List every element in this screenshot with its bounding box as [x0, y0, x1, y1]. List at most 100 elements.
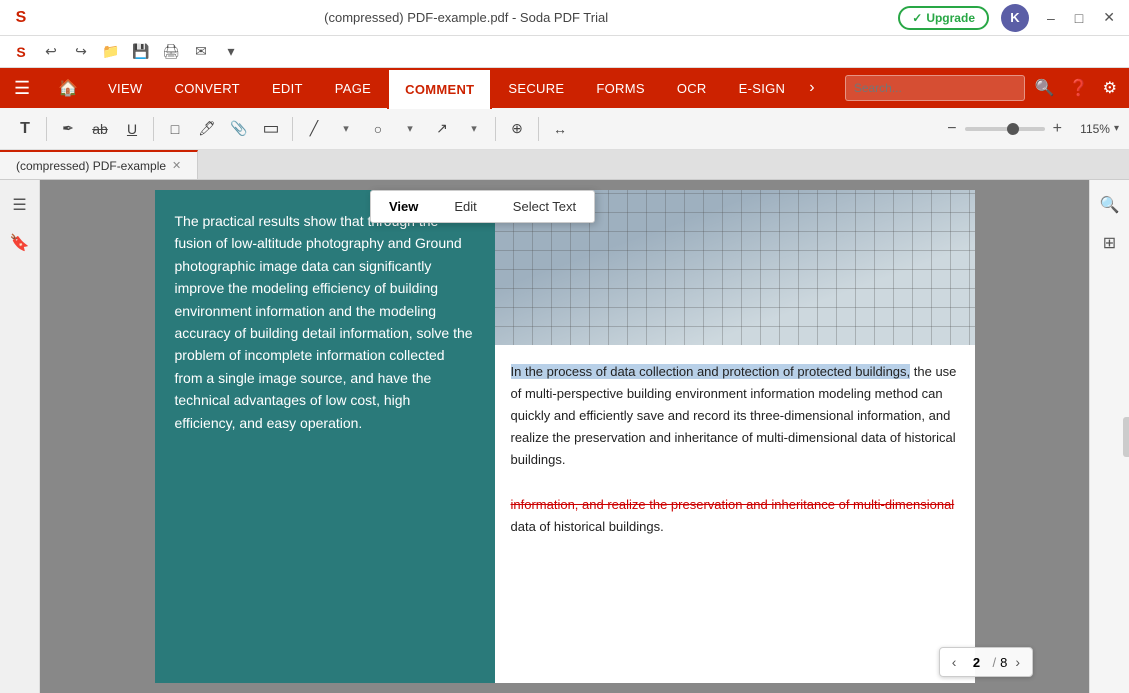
open-button[interactable]: 📁 [98, 39, 124, 65]
tab-label: (compressed) PDF-example [16, 159, 166, 173]
right-sidebar: 🔍 ⊞ [1089, 180, 1129, 693]
annotation-toolbar: T ✒ ab U □ 🖊 📎 ▭ ╱ ▾ ○ ▾ ↗ ▾ ⊕ ↔ − + 115… [0, 108, 1129, 150]
window-controls: – □ ✕ [1041, 7, 1121, 28]
strikethrough-text: information, and realize the preservatio… [511, 497, 955, 512]
pen-tool[interactable]: ✒ [53, 114, 83, 144]
undo-button[interactable]: ↩ [38, 39, 64, 65]
sidebar-bookmark-icon[interactable]: 🔖 [5, 228, 35, 258]
page-total: 8 [1000, 655, 1007, 670]
hamburger-menu[interactable]: ☰ [0, 68, 44, 108]
underline-tool[interactable]: U [117, 114, 147, 144]
sep1 [46, 117, 47, 141]
more-icon[interactable]: ▾ [218, 39, 244, 65]
text-tool[interactable]: T [10, 114, 40, 144]
save-button[interactable]: 💾 [128, 39, 154, 65]
help-button[interactable]: ❓ [1065, 74, 1093, 102]
avatar-label: K [1010, 10, 1019, 25]
menu-convert[interactable]: CONVERT [159, 68, 256, 108]
ellipse-dropdown[interactable]: ▾ [395, 114, 425, 144]
menu-bar: ☰ 🏠 VIEW CONVERT EDIT PAGE COMMENT SECUR… [0, 68, 1129, 108]
pdf-right-column: In the process of data collection and pr… [495, 190, 975, 683]
sep4 [495, 117, 496, 141]
close-button[interactable]: ✕ [1097, 7, 1121, 28]
pdf-left-column: The practical results show that through … [155, 190, 495, 683]
user-avatar[interactable]: K [1001, 4, 1029, 32]
next-page-button[interactable]: › [1011, 652, 1024, 672]
note-tool[interactable]: □ [160, 114, 190, 144]
pdf-tab[interactable]: (compressed) PDF-example ✕ [0, 150, 198, 179]
zoom-dropdown[interactable]: ▾ [1114, 123, 1119, 134]
sidebar-resize-handle[interactable] [1123, 417, 1129, 457]
line-tool[interactable]: ╱ [299, 114, 329, 144]
sep3 [292, 117, 293, 141]
highlight-tool[interactable]: 🖊 [192, 114, 222, 144]
ellipse-tool[interactable]: ○ [363, 114, 393, 144]
strikethrough-tool[interactable]: ab [85, 114, 115, 144]
settings-button[interactable]: ⚙ [1099, 74, 1121, 102]
menu-ocr[interactable]: OCR [661, 68, 723, 108]
pdf-left-text: The practical results show that through … [175, 210, 475, 434]
right-panel-icon[interactable]: ⊞ [1095, 228, 1125, 258]
ctx-select-text[interactable]: Select Text [495, 191, 594, 222]
menu-view[interactable]: VIEW [92, 68, 158, 108]
search-icon-button[interactable]: 🔍 [1031, 74, 1059, 102]
upgrade-button[interactable]: Upgrade [898, 6, 989, 30]
title-bar-left: S [8, 5, 34, 31]
left-sidebar: ☰ 🔖 [0, 180, 40, 693]
sidebar-panel-toggle[interactable]: ☰ [5, 190, 35, 220]
home-button[interactable]: 🏠 [44, 68, 92, 108]
tab-close[interactable]: ✕ [172, 159, 181, 172]
context-menu: View Edit Select Text [370, 190, 595, 223]
right-search-icon[interactable]: 🔍 [1095, 190, 1125, 220]
menu-more[interactable]: › [801, 68, 822, 108]
page-separator: / [992, 655, 996, 670]
menu-edit[interactable]: EDIT [256, 68, 319, 108]
resize-tool[interactable]: ↔ [545, 114, 575, 144]
app-icon-s[interactable]: S [8, 39, 34, 65]
menu-search-input[interactable] [845, 75, 1025, 101]
line-dropdown[interactable]: ▾ [331, 114, 361, 144]
highlighted-text: In the process of data collection and pr… [511, 364, 911, 379]
ctx-edit[interactable]: Edit [436, 191, 494, 222]
page-number-input[interactable] [964, 655, 988, 670]
attachment-tool[interactable]: 📎 [224, 114, 254, 144]
menu-comment[interactable]: COMMENT [387, 68, 492, 109]
redo-button[interactable]: ↪ [68, 39, 94, 65]
restore-button[interactable]: □ [1069, 7, 1089, 28]
ctx-view[interactable]: View [371, 191, 436, 222]
zoom-area: − + 115% ▾ [943, 116, 1119, 142]
title-bar-right: Upgrade K – □ ✕ [898, 4, 1121, 32]
sep2 [153, 117, 154, 141]
app-logo[interactable]: S [8, 5, 34, 31]
print-button[interactable]: 🖨 [158, 39, 184, 65]
pdf-after-text: data of historical buildings. [511, 519, 664, 534]
zoom-in-button[interactable]: + [1049, 116, 1066, 142]
main-area: ☰ 🔖 View Edit Select Text The practical … [0, 180, 1129, 693]
title-bar: S (compressed) PDF-example.pdf - Soda PD… [0, 0, 1129, 36]
menu-esign[interactable]: E-SIGN [723, 68, 802, 108]
pdf-right-paragraph: In the process of data collection and pr… [511, 361, 959, 471]
prev-page-button[interactable]: ‹ [948, 652, 961, 672]
tab-bar: (compressed) PDF-example ✕ [0, 150, 1129, 180]
window-title: (compressed) PDF-example.pdf - Soda PDF … [34, 10, 898, 25]
zoom-slider[interactable] [965, 127, 1045, 131]
pdf-right-paragraph2: information, and realize the preservatio… [511, 494, 959, 538]
email-button[interactable]: ✉ [188, 39, 214, 65]
pdf-right-text-normal: the use of multi-perspective building en… [511, 364, 957, 467]
minimize-button[interactable]: – [1041, 7, 1061, 28]
pdf-page: The practical results show that through … [155, 190, 975, 683]
cursor-tool[interactable]: ⊕ [502, 114, 532, 144]
file-icon-toolbar: S ↩ ↪ 📁 💾 🖨 ✉ ▾ [0, 36, 1129, 68]
pdf-text-area: In the process of data collection and pr… [495, 345, 975, 554]
menu-page[interactable]: PAGE [319, 68, 387, 108]
menu-secure[interactable]: SECURE [492, 68, 580, 108]
zoom-value: 115% [1070, 122, 1110, 136]
zoom-out-button[interactable]: − [943, 116, 960, 142]
menu-forms[interactable]: FORMS [580, 68, 660, 108]
stamp-tool[interactable]: ▭ [256, 114, 286, 144]
arrow-tool[interactable]: ↗ [427, 114, 457, 144]
arrow-dropdown[interactable]: ▾ [459, 114, 489, 144]
pdf-area: View Edit Select Text The practical resu… [40, 180, 1089, 693]
menu-search-area: 🔍 ❓ ⚙ [845, 68, 1129, 108]
zoom-slider-thumb [1007, 123, 1019, 135]
